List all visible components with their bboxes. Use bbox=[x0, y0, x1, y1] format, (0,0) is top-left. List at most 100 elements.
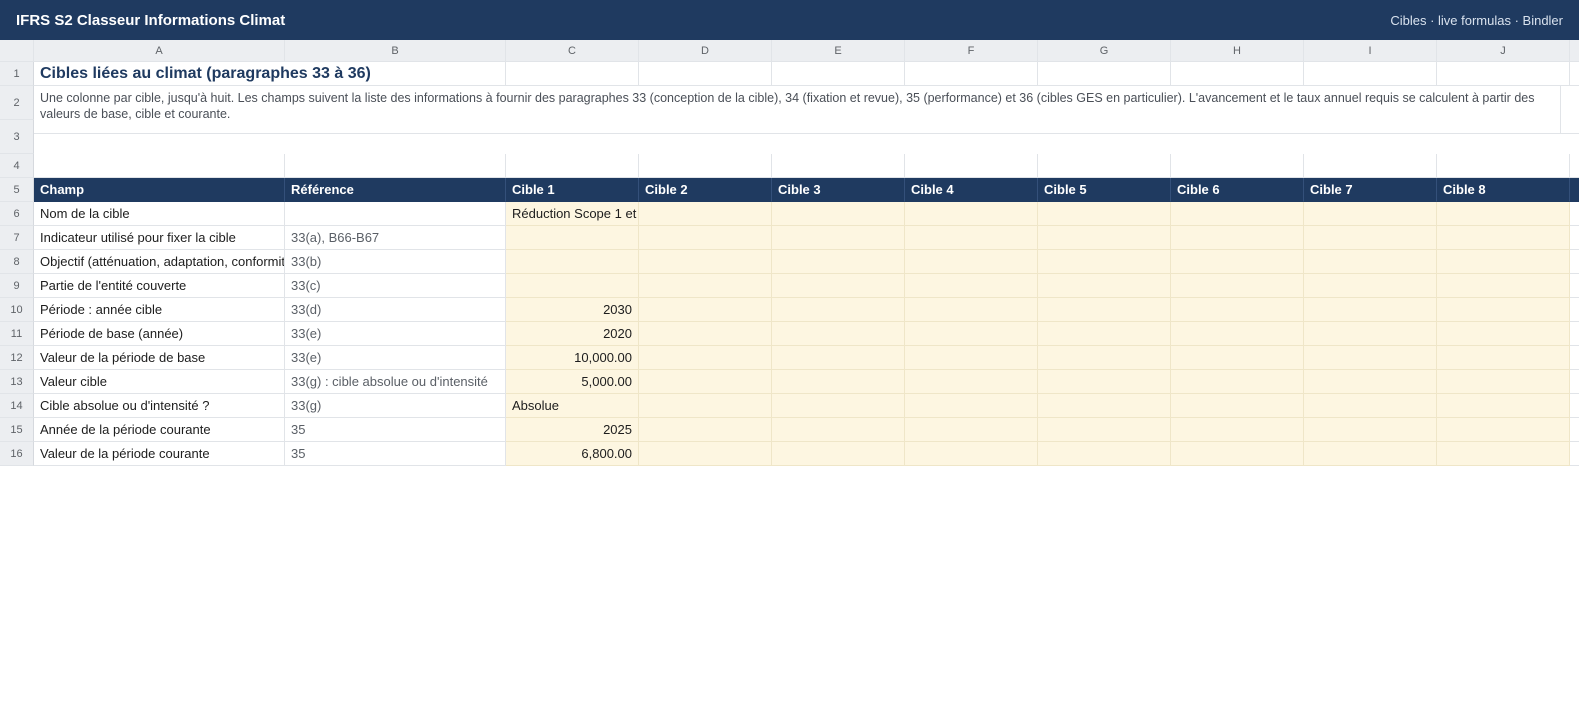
target-cell[interactable] bbox=[1171, 226, 1304, 250]
target-1-cell[interactable]: 10,000.00 bbox=[506, 346, 639, 370]
target-cell[interactable] bbox=[1437, 346, 1570, 370]
target-cell[interactable] bbox=[1304, 394, 1437, 418]
target-cell[interactable] bbox=[1038, 394, 1171, 418]
reference-cell[interactable]: 33(g) : cible absolue ou d'intensité bbox=[285, 370, 506, 394]
column-header-i[interactable]: I bbox=[1304, 40, 1437, 62]
row-number[interactable]: 10 bbox=[0, 298, 34, 322]
target-cell[interactable] bbox=[639, 202, 772, 226]
column-header-j[interactable]: J bbox=[1437, 40, 1570, 62]
target-cell[interactable] bbox=[1038, 346, 1171, 370]
reference-cell[interactable]: 33(a), B66-B67 bbox=[285, 226, 506, 250]
target-cell[interactable] bbox=[1437, 418, 1570, 442]
target-cell[interactable] bbox=[905, 250, 1038, 274]
target-cell[interactable] bbox=[1171, 202, 1304, 226]
target-cell[interactable] bbox=[1038, 202, 1171, 226]
target-cell[interactable] bbox=[1304, 442, 1437, 466]
row-number[interactable]: 2 bbox=[0, 86, 34, 120]
cell[interactable] bbox=[506, 62, 639, 86]
field-cell[interactable]: Partie de l'entité couverte bbox=[34, 274, 285, 298]
target-cell[interactable] bbox=[1171, 274, 1304, 298]
target-1-cell[interactable]: Absolue bbox=[506, 394, 639, 418]
target-cell[interactable] bbox=[905, 442, 1038, 466]
target-1-cell[interactable]: 2025 bbox=[506, 418, 639, 442]
target-cell[interactable] bbox=[1437, 322, 1570, 346]
field-cell[interactable]: Valeur de la période courante bbox=[34, 442, 285, 466]
target-cell[interactable] bbox=[1171, 370, 1304, 394]
target-cell[interactable] bbox=[772, 226, 905, 250]
sheet-description[interactable]: Une colonne par cible, jusqu'à huit. Les… bbox=[34, 86, 1561, 134]
target-cell[interactable] bbox=[1304, 418, 1437, 442]
target-cell[interactable] bbox=[905, 298, 1038, 322]
target-cell[interactable] bbox=[1038, 298, 1171, 322]
header-target-4[interactable]: Cible 4 bbox=[905, 178, 1038, 202]
column-header-h[interactable]: H bbox=[1171, 40, 1304, 62]
target-cell[interactable] bbox=[1171, 250, 1304, 274]
target-cell[interactable] bbox=[639, 226, 772, 250]
target-cell[interactable] bbox=[1437, 274, 1570, 298]
target-cell[interactable] bbox=[1304, 250, 1437, 274]
target-cell[interactable] bbox=[772, 442, 905, 466]
field-cell[interactable]: Nom de la cible bbox=[34, 202, 285, 226]
cell[interactable] bbox=[1437, 62, 1570, 86]
target-cell[interactable] bbox=[1038, 322, 1171, 346]
target-cell[interactable] bbox=[1038, 250, 1171, 274]
target-cell[interactable] bbox=[1038, 370, 1171, 394]
field-cell[interactable]: Objectif (atténuation, adaptation, confo… bbox=[34, 250, 285, 274]
target-cell[interactable] bbox=[1304, 226, 1437, 250]
target-1-cell[interactable]: 6,800.00 bbox=[506, 442, 639, 466]
target-cell[interactable] bbox=[639, 274, 772, 298]
target-cell[interactable] bbox=[905, 226, 1038, 250]
row-number[interactable]: 16 bbox=[0, 442, 34, 466]
target-cell[interactable] bbox=[639, 442, 772, 466]
target-cell[interactable] bbox=[772, 346, 905, 370]
target-cell[interactable] bbox=[1171, 394, 1304, 418]
target-cell[interactable] bbox=[905, 370, 1038, 394]
target-cell[interactable] bbox=[772, 394, 905, 418]
row-number[interactable]: 7 bbox=[0, 226, 34, 250]
cell[interactable] bbox=[639, 62, 772, 86]
column-header-d[interactable]: D bbox=[639, 40, 772, 62]
target-cell[interactable] bbox=[1304, 298, 1437, 322]
target-1-cell[interactable] bbox=[506, 274, 639, 298]
reference-cell[interactable]: 33(c) bbox=[285, 274, 506, 298]
target-cell[interactable] bbox=[1038, 226, 1171, 250]
row-number[interactable]: 14 bbox=[0, 394, 34, 418]
cell[interactable] bbox=[905, 62, 1038, 86]
cell[interactable] bbox=[772, 62, 905, 86]
target-cell[interactable] bbox=[1437, 202, 1570, 226]
reference-cell[interactable]: 33(e) bbox=[285, 346, 506, 370]
target-1-cell[interactable] bbox=[506, 250, 639, 274]
target-cell[interactable] bbox=[639, 250, 772, 274]
reference-cell[interactable]: 33(b) bbox=[285, 250, 506, 274]
field-cell[interactable]: Période de base (année) bbox=[34, 322, 285, 346]
target-cell[interactable] bbox=[1171, 442, 1304, 466]
row-number[interactable]: 9 bbox=[0, 274, 34, 298]
header-target-3[interactable]: Cible 3 bbox=[772, 178, 905, 202]
target-cell[interactable] bbox=[1437, 226, 1570, 250]
column-header-b[interactable]: B bbox=[285, 40, 506, 62]
target-1-cell[interactable]: 2020 bbox=[506, 322, 639, 346]
target-cell[interactable] bbox=[772, 202, 905, 226]
sheet-title[interactable]: Cibles liées au climat (paragraphes 33 à… bbox=[34, 62, 506, 86]
column-header-f[interactable]: F bbox=[905, 40, 1038, 62]
row-number[interactable]: 13 bbox=[0, 370, 34, 394]
target-cell[interactable] bbox=[905, 346, 1038, 370]
target-cell[interactable] bbox=[639, 418, 772, 442]
row-number[interactable]: 6 bbox=[0, 202, 34, 226]
reference-cell[interactable] bbox=[285, 202, 506, 226]
target-cell[interactable] bbox=[1038, 418, 1171, 442]
reference-cell[interactable]: 35 bbox=[285, 442, 506, 466]
field-cell[interactable]: Valeur de la période de base bbox=[34, 346, 285, 370]
target-cell[interactable] bbox=[1304, 274, 1437, 298]
column-header-a[interactable]: A bbox=[34, 40, 285, 62]
target-1-cell[interactable]: 5,000.00 bbox=[506, 370, 639, 394]
target-cell[interactable] bbox=[905, 394, 1038, 418]
target-cell[interactable] bbox=[1437, 298, 1570, 322]
target-1-cell[interactable]: 2030 bbox=[506, 298, 639, 322]
header-field[interactable]: Champ bbox=[34, 178, 285, 202]
header-target-5[interactable]: Cible 5 bbox=[1038, 178, 1171, 202]
target-cell[interactable] bbox=[639, 346, 772, 370]
target-cell[interactable] bbox=[1038, 442, 1171, 466]
header-reference[interactable]: Référence bbox=[285, 178, 506, 202]
column-header-g[interactable]: G bbox=[1038, 40, 1171, 62]
